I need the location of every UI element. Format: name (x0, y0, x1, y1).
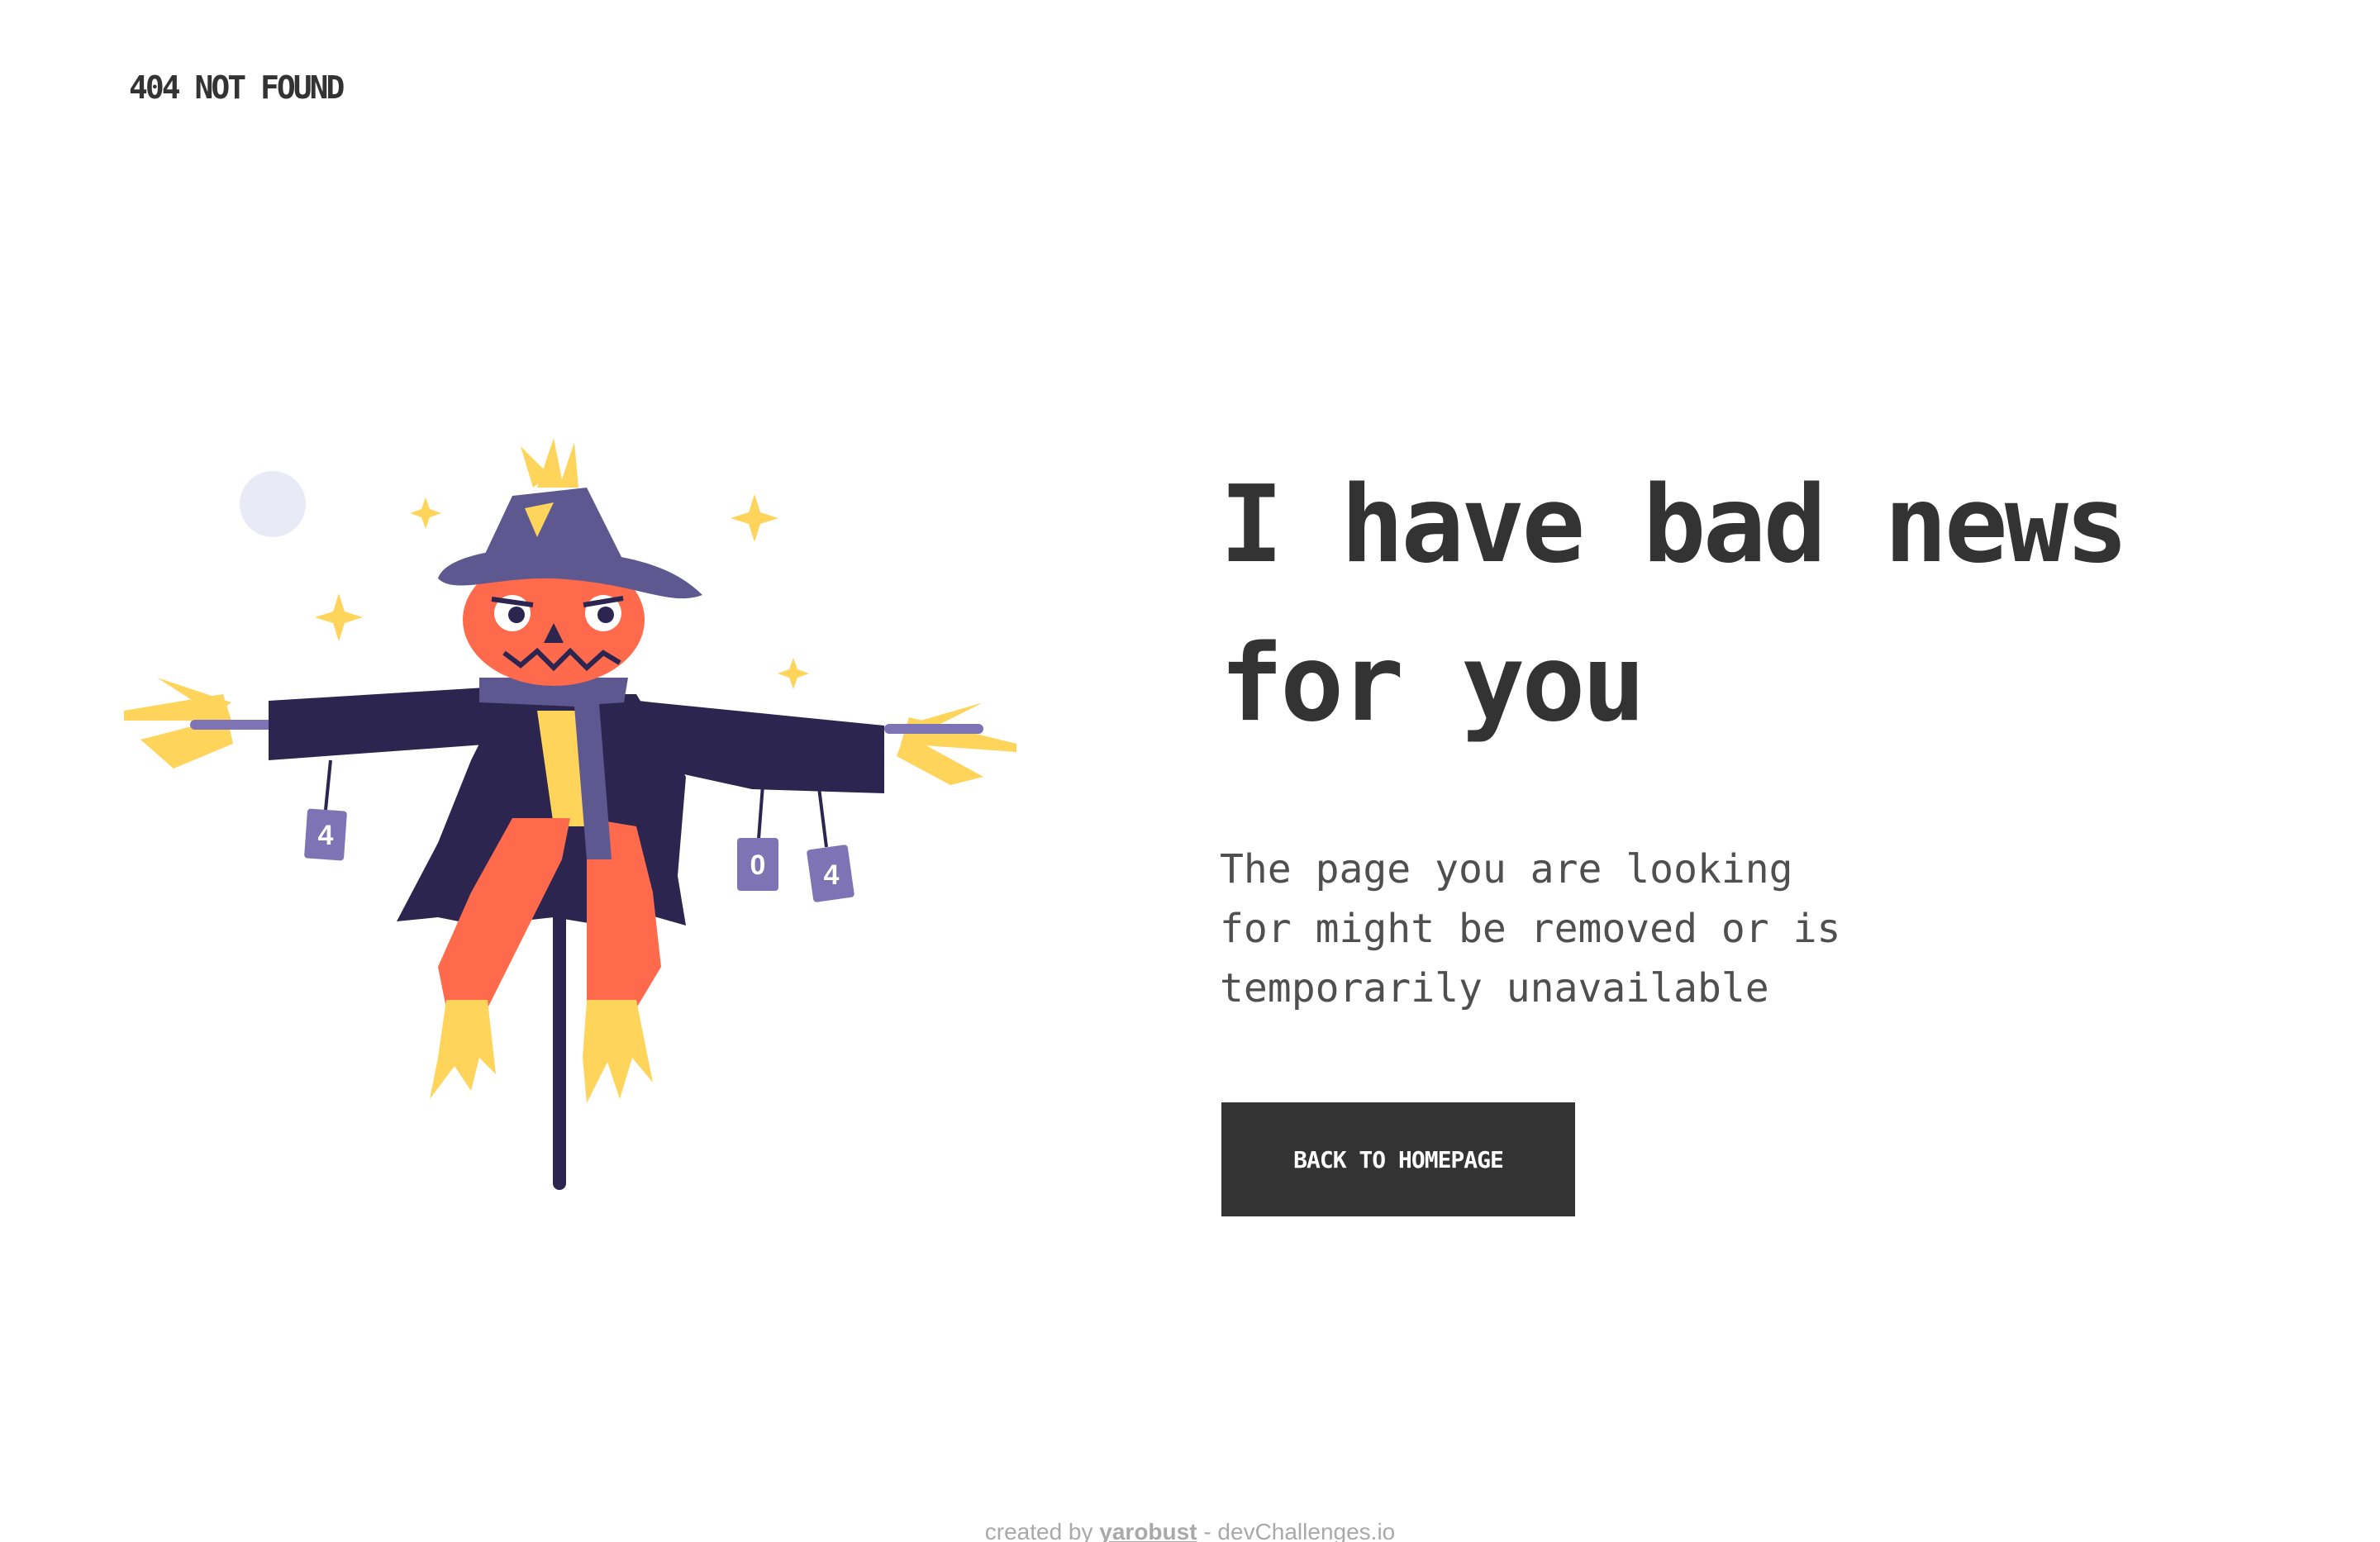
can-left-label: 4 (318, 820, 334, 851)
message: The page you are looking for might be re… (1220, 840, 1930, 1018)
footer-author-link[interactable]: yarobust (1099, 1519, 1197, 1542)
can-left: 4 (304, 808, 347, 861)
message-line-1: The page you are looking (1220, 846, 1793, 892)
page: 404 NOT FOUND 4 0 4 I have bad news for … (0, 0, 2380, 1542)
can-middle: 0 (737, 838, 778, 891)
footer-prefix: created by (984, 1519, 1093, 1542)
footer: created by yarobust - devChallenges.io (0, 1519, 2380, 1542)
headline: I have bad news for you (1220, 446, 2211, 764)
footer-separator: - (1203, 1519, 1211, 1542)
message-line-2: for might be removed or is (1220, 906, 1841, 952)
can-right: 4 (807, 845, 854, 902)
message-line-3: temporarily unavailable (1220, 965, 1769, 1011)
hat-straw (521, 438, 578, 488)
scarecrow-illustration: 4 0 4 (124, 438, 1016, 1190)
right-straw-hand (897, 702, 1016, 785)
headline-line-1: I have bad news (1220, 464, 2129, 587)
can-middle-label: 0 (750, 850, 766, 881)
moon-icon (240, 471, 306, 537)
back-to-homepage-button[interactable]: BACK TO HOMEPAGE (1221, 1102, 1575, 1216)
hat-top (479, 488, 628, 570)
content: I have bad news for you The page you are… (1220, 446, 2211, 1058)
headline-line-2: for you (1220, 622, 1645, 745)
brand-logo[interactable]: 404 NOT FOUND (129, 69, 345, 106)
can-right-label: 4 (824, 859, 840, 891)
straw-feet (430, 1000, 653, 1103)
footer-site: devChallenges.io (1217, 1519, 1396, 1542)
